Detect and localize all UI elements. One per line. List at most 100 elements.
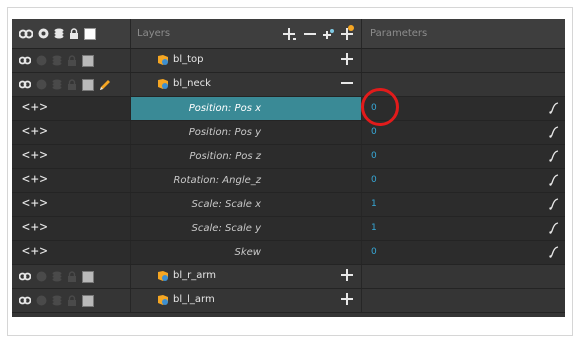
function-curve-icon[interactable] [549,150,559,162]
layer-row[interactable]: bl_top [12,49,565,73]
timeline-header: Layers Parameters [12,19,565,49]
parameter-name-cell[interactable]: Position: Pos x [130,97,361,120]
parameter-value-cell[interactable]: 1 [361,193,565,216]
function-curve-icon[interactable] [549,198,559,210]
layer-name-cell[interactable]: bl_r_arm [130,265,361,288]
parameter-row[interactable]: <+> Skew 0 [12,241,565,265]
parameter-name-cell[interactable]: Skew [130,241,361,264]
layer-name: bl_top [173,54,204,65]
parameter-row[interactable]: <+> Position: Pos x 0 [12,97,565,121]
param-arrows[interactable]: <+> [22,148,48,163]
stack-icon[interactable] [52,79,62,90]
layer-row[interactable]: bl_l_arm [12,289,565,313]
stack-icon[interactable] [52,55,62,66]
layer-name-cell[interactable]: bl_neck [130,73,361,96]
onion-skin-icon[interactable] [19,56,31,65]
param-arrows[interactable]: <+> [22,244,48,259]
visibility-icon[interactable] [36,295,47,306]
onion-skin-icon[interactable] [19,29,33,39]
expand-icon[interactable] [340,52,354,66]
param-arrows[interactable]: <+> [22,220,48,235]
parameter-value[interactable]: 0 [371,175,377,185]
color-swatch-icon[interactable] [84,27,96,40]
param-arrows[interactable]: <+> [22,196,48,211]
parameter-name-cell[interactable]: Scale: Scale x [130,193,361,216]
lock-all-icon[interactable] [69,28,79,39]
add-peg-icon[interactable] [339,24,355,42]
header-toggles [12,19,130,48]
param-arrows-cell: <+> [12,145,130,168]
expand-icon[interactable] [340,292,354,306]
function-curve-icon[interactable] [549,246,559,258]
parameter-name-cell[interactable]: Position: Pos z [130,145,361,168]
layers-header-label: Layers [137,28,171,39]
parameter-row[interactable]: <+> Position: Pos y 0 [12,121,565,145]
param-arrows-cell: <+> [12,97,130,120]
lock-icon[interactable] [67,295,77,306]
onion-skin-icon[interactable] [19,80,31,89]
parameter-name-cell[interactable]: Position: Pos y [130,121,361,144]
onion-skin-icon[interactable] [19,296,31,305]
parameter-name: Position: Pos x [188,103,261,114]
layer-row[interactable]: bl_r_arm [12,265,565,289]
function-curve-icon[interactable] [549,126,559,138]
parameter-value-cell[interactable]: 0 [361,121,565,144]
parameter-row[interactable]: <+> Scale: Scale y 1 [12,217,565,241]
layer-color-icon[interactable] [82,54,94,67]
layer-toggles [12,265,130,288]
param-arrows-cell: <+> [12,217,130,240]
remove-layer-icon[interactable] [303,26,317,42]
parameter-row[interactable]: <+> Position: Pos z 0 [12,145,565,169]
parameters-header: Parameters [361,19,565,48]
parameter-value[interactable]: 0 [371,247,377,257]
lock-icon[interactable] [67,55,77,66]
peg-icon [156,270,170,283]
function-curve-icon[interactable] [549,102,559,114]
add-layer-icon[interactable] [281,26,297,42]
layer-row[interactable]: bl_neck [12,73,565,97]
function-curve-icon[interactable] [549,222,559,234]
onion-skin-icon[interactable] [19,272,31,281]
visibility-icon[interactable] [36,79,47,90]
layer-name-cell[interactable]: bl_top [130,49,361,72]
param-arrows-cell: <+> [12,121,130,144]
parameter-value-cell[interactable]: 0 [361,145,565,168]
layer-color-icon[interactable] [82,294,94,307]
collapse-icon[interactable] [340,76,354,90]
highlight-circle [361,88,399,126]
lock-icon[interactable] [67,271,77,282]
parameter-value[interactable]: 1 [371,223,377,233]
stack-icon[interactable] [52,271,62,282]
parameter-value[interactable]: 0 [371,151,377,161]
peg-icon [156,54,170,67]
layer-color-icon[interactable] [82,78,94,91]
parameter-row[interactable]: <+> Scale: Scale x 1 [12,193,565,217]
parameter-row[interactable]: <+> Rotation: Angle_z 0 [12,169,565,193]
layer-color-icon[interactable] [82,270,94,283]
parameter-value-cell[interactable]: 0 [361,241,565,264]
visibility-icon[interactable] [36,271,47,282]
layer-name: bl_r_arm [173,270,217,281]
param-arrows[interactable]: <+> [22,124,48,139]
peg-icon [156,78,170,91]
parameter-value-cell[interactable]: 0 [361,169,565,192]
visibility-icon[interactable] [36,55,47,66]
stack-icon[interactable] [52,295,62,306]
parameter-name-cell[interactable]: Rotation: Angle_z [130,169,361,192]
layer-name: bl_l_arm [173,294,215,305]
parameter-value[interactable]: 0 [371,127,377,137]
lock-icon[interactable] [67,79,77,90]
layer-name-cell[interactable]: bl_l_arm [130,289,361,312]
expand-icon[interactable] [340,268,354,282]
param-arrows[interactable]: <+> [22,100,48,115]
parameter-value[interactable]: 1 [371,199,377,209]
parameter-name-cell[interactable]: Scale: Scale y [130,217,361,240]
add-drawing-layer-icon[interactable] [321,26,335,42]
stack-icon[interactable] [54,28,64,39]
parameter-name: Scale: Scale x [191,199,261,210]
function-curve-icon[interactable] [549,174,559,186]
show-all-icon[interactable] [38,28,49,39]
pencil-icon[interactable] [99,79,111,91]
param-arrows[interactable]: <+> [22,172,48,187]
parameter-value-cell[interactable]: 1 [361,217,565,240]
